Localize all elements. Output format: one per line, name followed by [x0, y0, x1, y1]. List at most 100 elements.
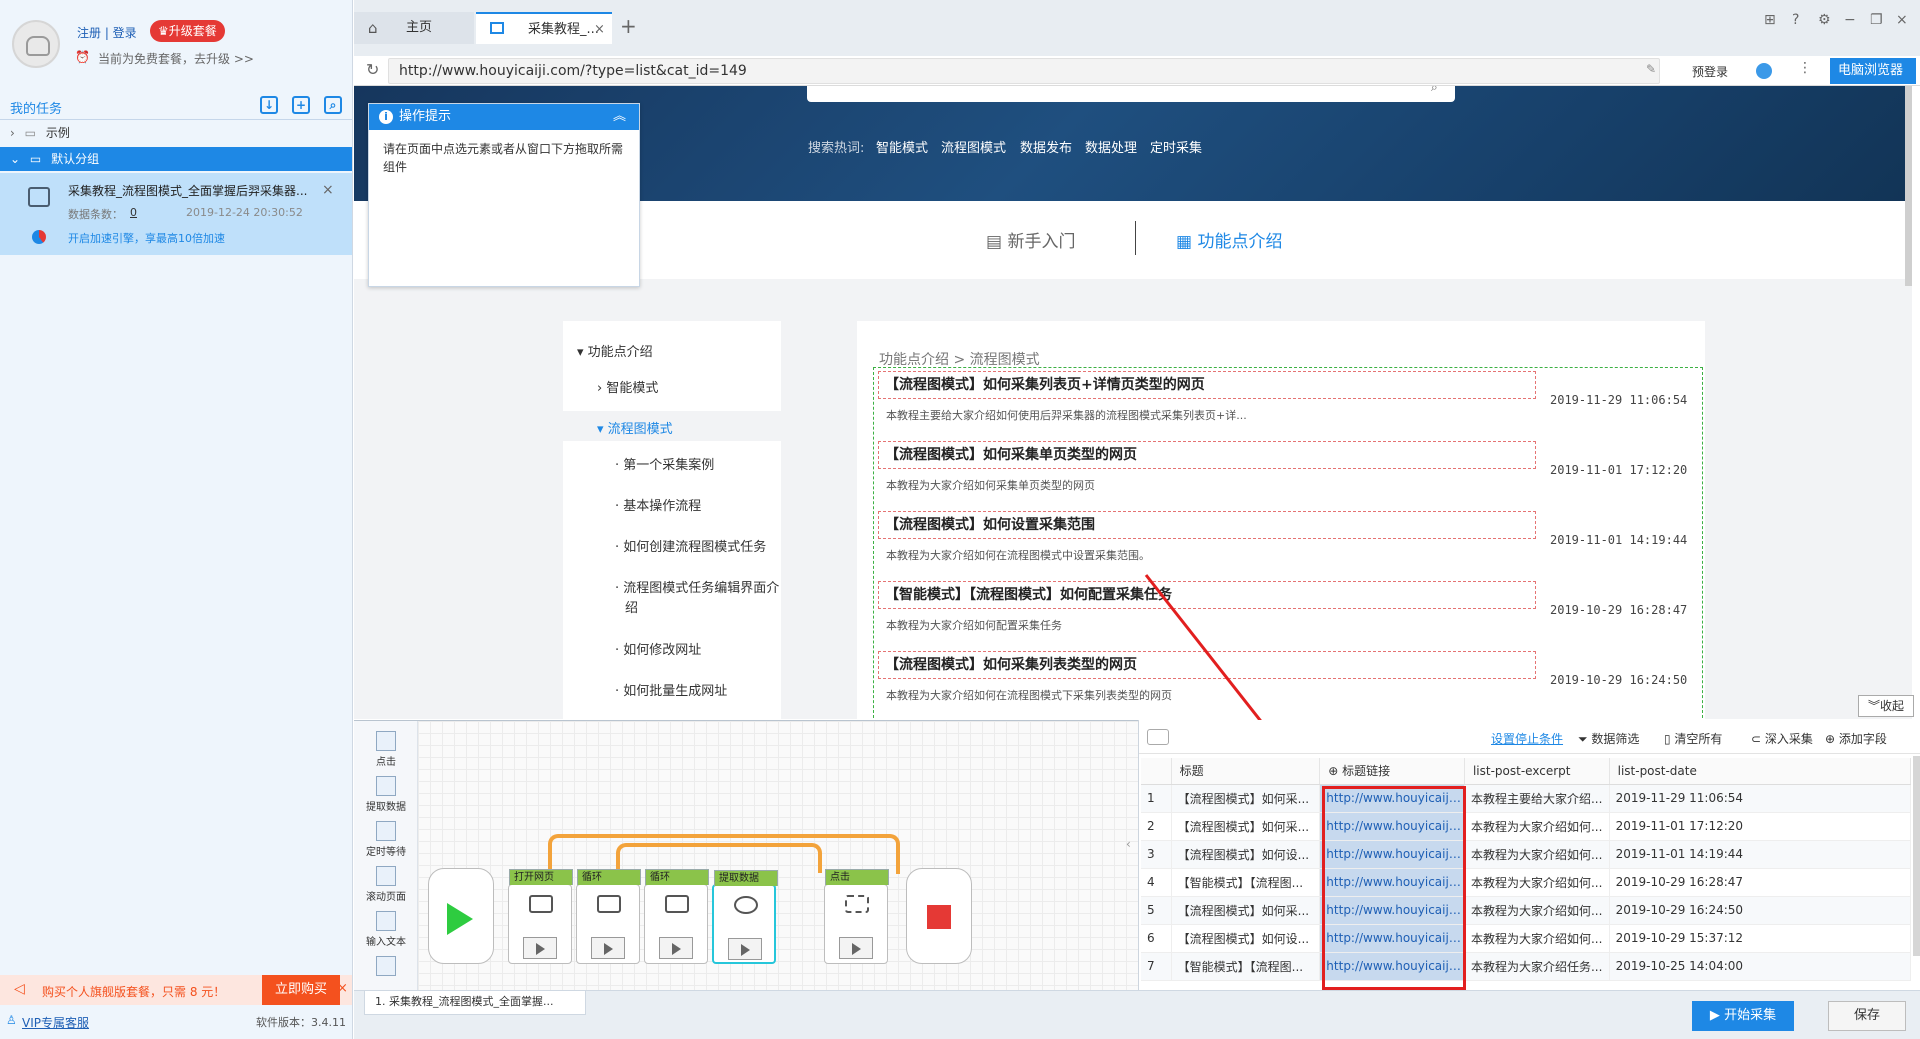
buy-now-button[interactable]: 立即购买	[262, 975, 340, 1005]
run-node-button[interactable]	[659, 937, 693, 959]
cell-date[interactable]: 2019-11-01 14:19:44	[1609, 840, 1912, 869]
column-header[interactable]: list-post-excerpt	[1464, 758, 1610, 785]
nav-beginner[interactable]: ▤ 新手入门	[986, 227, 1075, 252]
hot-word[interactable]: 数据处理	[1085, 137, 1137, 156]
cell-title[interactable]: 【流程图模式】如何采...	[1171, 784, 1321, 813]
cell-index[interactable]: 4	[1141, 868, 1172, 897]
table-row[interactable]: 4 【智能模式】【流程图... http://www.houyicaiji.c...…	[1141, 868, 1912, 897]
add-field-button[interactable]: ⊕ 添加字段	[1825, 730, 1887, 747]
prelogin-button[interactable]: 预登录	[1692, 63, 1728, 80]
close-icon[interactable]: ×	[337, 981, 348, 996]
run-node-button[interactable]	[728, 938, 762, 960]
browser-mode-dropdown[interactable]: 电脑浏览器 ▾	[1830, 58, 1916, 103]
table-row[interactable]: 5 【流程图模式】如何采... http://www.houyicaiji.c...…	[1141, 896, 1912, 925]
gear-icon[interactable]: ⚙	[1818, 12, 1831, 28]
cell-index[interactable]: 3	[1141, 840, 1172, 869]
save-button[interactable]: 保存	[1828, 1001, 1906, 1031]
flow-node-loop[interactable]: 循环	[644, 869, 709, 964]
menu-item[interactable]: · 如何创建流程图模式任务	[615, 536, 766, 555]
new-tab-icon[interactable]: +	[620, 14, 637, 38]
column-header[interactable]: list-post-date	[1609, 758, 1912, 785]
plan-status[interactable]: 当前为免费套餐，去升级 >>	[98, 50, 254, 67]
table-row[interactable]: 2 【流程图模式】如何采... http://www.houyicaiji.c...…	[1141, 812, 1912, 841]
menu-item[interactable]: · 第一个采集案例	[615, 454, 714, 473]
cell-excerpt[interactable]: 本教程为大家介绍如何...	[1464, 896, 1610, 925]
start-node[interactable]	[428, 868, 494, 964]
nav-features[interactable]: ▦ 功能点介绍	[1176, 227, 1282, 252]
close-window-icon[interactable]: ×	[1896, 12, 1908, 28]
minimize-icon[interactable]: −	[1844, 12, 1856, 28]
tool-click[interactable]: 点击	[362, 731, 410, 768]
filter-button[interactable]: ⏷ 数据筛选	[1578, 730, 1639, 747]
article-title[interactable]: 【流程图模式】如何采集单页类型的网页	[878, 441, 1536, 469]
flow-node-click[interactable]: 点击	[824, 869, 889, 964]
menu-item-cont[interactable]: 绍	[625, 597, 638, 616]
record-count[interactable]: 0	[130, 206, 137, 219]
menu-root[interactable]: ▾ 功能点介绍	[577, 341, 653, 360]
cell-title[interactable]: 【流程图模式】如何采...	[1171, 812, 1321, 841]
table-row[interactable]: 3 【流程图模式】如何设... http://www.houyicaiji.c...…	[1141, 840, 1912, 869]
table-scrollbar[interactable]	[1913, 756, 1920, 956]
run-node-button[interactable]	[839, 937, 873, 959]
restore-icon[interactable]: ❐	[1870, 12, 1883, 28]
cell-date[interactable]: 2019-10-25 14:04:00	[1609, 952, 1912, 981]
tab-home[interactable]: ⌂ 主页	[354, 12, 474, 44]
column-header[interactable]: 标题	[1171, 758, 1321, 785]
article-title[interactable]: 【流程图模式】如何采集列表页+详情页类型的网页	[878, 371, 1536, 399]
cell-title[interactable]: 【流程图模式】如何设...	[1171, 840, 1321, 869]
import-icon[interactable]: ↓	[260, 96, 278, 114]
task-item[interactable]: 采集教程_流程图模式_全面掌握后羿采集器... × 数据条数： 0 2019-1…	[0, 173, 352, 255]
menu-item[interactable]: · 如何批量生成网址	[615, 680, 727, 699]
page-scrollbar[interactable]	[1905, 86, 1912, 286]
cell-index[interactable]: 5	[1141, 896, 1172, 925]
table-row[interactable]: 1 【流程图模式】如何采... http://www.houyicaiji.c...…	[1141, 784, 1912, 813]
tool-wait[interactable]: 定时等待	[362, 821, 410, 858]
collapse-panel-button[interactable]: ︾收起	[1858, 695, 1914, 717]
menu-smart-mode[interactable]: › 智能模式	[597, 377, 658, 396]
vip-support-link[interactable]: VIP专属客服	[22, 1014, 89, 1031]
start-collect-button[interactable]: ▶ 开始采集	[1692, 1001, 1794, 1031]
new-task-icon[interactable]: +	[292, 96, 310, 114]
hot-word[interactable]: 数据发布	[1020, 137, 1072, 156]
tree-item-example[interactable]: › ▭ 示例	[0, 121, 352, 145]
collapse-up-icon[interactable]: ︽	[613, 104, 626, 130]
avatar[interactable]	[12, 20, 60, 68]
hot-word[interactable]: 流程图模式	[941, 137, 1006, 156]
menu-item[interactable]: · 如何修改网址	[615, 639, 701, 658]
preview-play-icon[interactable]	[1147, 729, 1169, 745]
cell-title[interactable]: 【流程图模式】如何设...	[1171, 924, 1321, 953]
clear-all-button[interactable]: ▯ 清空所有	[1664, 730, 1722, 747]
gift-icon[interactable]: ⊞	[1764, 12, 1776, 28]
menu-item[interactable]: · 流程图模式任务编辑界面介	[615, 577, 779, 596]
hot-word[interactable]: 智能模式	[876, 137, 928, 156]
close-icon[interactable]: ×	[594, 14, 605, 46]
tree-item-default-group[interactable]: ⌄ ▭ 默认分组	[0, 147, 352, 171]
cell-excerpt[interactable]: 本教程为大家介绍如何...	[1464, 812, 1610, 841]
search-icon[interactable]: ⌕	[1431, 86, 1438, 95]
menu-flow-mode[interactable]: ▾ 流程图模式	[597, 418, 673, 437]
cell-index[interactable]: 1	[1141, 784, 1172, 813]
help-icon[interactable]: ?	[1792, 12, 1799, 28]
flow-node-open-page[interactable]: 打开网页	[508, 869, 573, 964]
stop-condition-link[interactable]: 设置停止条件	[1491, 730, 1563, 747]
cell-date[interactable]: 2019-11-29 11:06:54	[1609, 784, 1912, 813]
search-task-icon[interactable]: ⌕	[324, 96, 342, 114]
run-node-button[interactable]	[523, 937, 557, 959]
table-row[interactable]: 6 【流程图模式】如何设... http://www.houyicaiji.c...…	[1141, 924, 1912, 953]
hot-word[interactable]: 定时采集	[1150, 137, 1202, 156]
refresh-icon[interactable]: ↻	[366, 60, 379, 79]
tool-more[interactable]	[362, 956, 410, 978]
close-icon[interactable]: ×	[322, 182, 334, 198]
edit-icon[interactable]: ✎	[1646, 62, 1656, 76]
chevron-left-icon[interactable]: ‹	[1126, 837, 1131, 851]
tool-scroll[interactable]: 滚动页面	[362, 866, 410, 903]
site-search-input[interactable]: ⌕	[807, 86, 1455, 102]
cell-date[interactable]: 2019-10-29 15:37:12	[1609, 924, 1912, 953]
article-title[interactable]: 【智能模式】【流程图模式】如何配置采集任务	[878, 581, 1536, 609]
table-row[interactable]: 7 【智能模式】【流程图... http://www.houyicaiji.c...…	[1141, 952, 1912, 981]
cell-index[interactable]: 2	[1141, 812, 1172, 841]
deep-collect-button[interactable]: ⊂ 深入采集	[1751, 730, 1813, 747]
cell-excerpt[interactable]: 本教程为大家介绍如何...	[1464, 924, 1610, 953]
cell-title[interactable]: 【智能模式】【流程图...	[1171, 868, 1321, 897]
boost-link[interactable]: 开启加速引擎，享最高10倍加速	[68, 230, 225, 246]
